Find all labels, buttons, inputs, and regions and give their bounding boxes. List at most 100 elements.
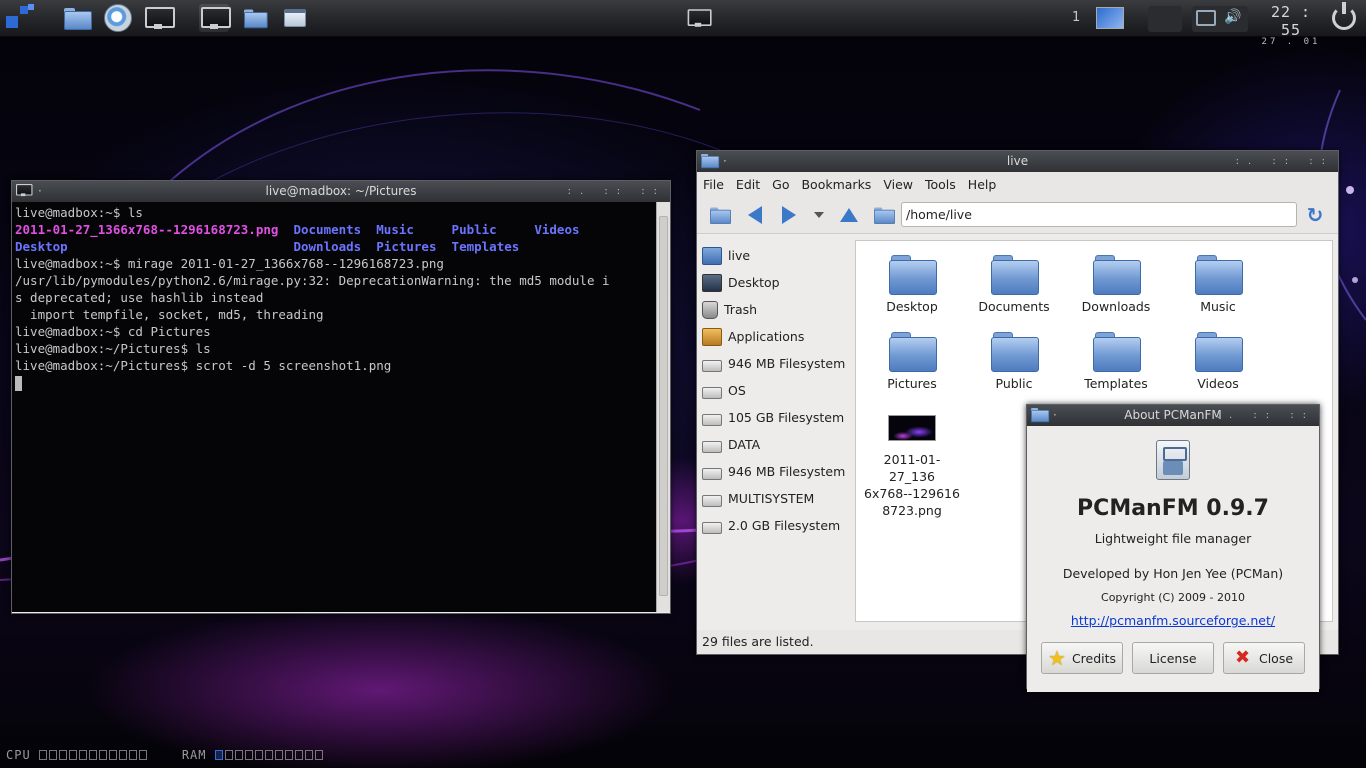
copyright: Copyright (C) 2009 - 2010: [1101, 591, 1245, 604]
task-about-dialog[interactable]: [280, 4, 310, 32]
folder-item[interactable]: Pictures: [862, 332, 962, 391]
terminal-line: /usr/lib/pymodules/python2.6/mirage.py:3…: [15, 272, 667, 289]
ram-meter-cell: [214, 750, 223, 760]
folder-item[interactable]: Documents: [964, 255, 1064, 314]
file-label: Videos: [1197, 376, 1239, 391]
terminal-line: 2011-01-27_1366x768--1296168723.png Docu…: [15, 221, 667, 238]
system-monitor: CPU RAM: [6, 748, 325, 762]
menu-help[interactable]: Help: [968, 177, 997, 192]
close-icon: [1235, 647, 1253, 668]
tray-drive-icon[interactable]: [1148, 6, 1182, 32]
credits-label: Credits: [1071, 650, 1117, 666]
terminal-text: /usr/lib/pymodules/python2.6/mirage.py:3…: [15, 273, 610, 288]
ram-meter-cell: [314, 750, 323, 760]
sidebar-item[interactable]: OS: [699, 377, 849, 404]
terminal-cursor: [15, 376, 22, 391]
back-button[interactable]: [743, 203, 767, 227]
task-file-manager[interactable]: [240, 4, 270, 32]
ram-meter-cell: [274, 750, 283, 760]
sidebar-item[interactable]: MULTISYSTEM: [699, 485, 849, 512]
folder-item[interactable]: Desktop: [862, 255, 962, 314]
sidebar-item[interactable]: 946 MB Filesystem: [699, 350, 849, 377]
sidebar-item[interactable]: DATA: [699, 431, 849, 458]
ram-meter-cell: [224, 750, 233, 760]
reload-button[interactable]: ↻: [1303, 203, 1327, 227]
terminal-window: · live@madbox: ~/Pictures :. :: :: live@…: [11, 180, 671, 614]
home-icon: [874, 207, 895, 224]
window-controls[interactable]: :. :: ::: [1236, 151, 1334, 172]
website-link[interactable]: http://pcmanfm.sourceforge.net/: [1027, 613, 1319, 628]
up-button[interactable]: [837, 203, 861, 227]
sidebar-item[interactable]: 105 GB Filesystem: [699, 404, 849, 431]
file-manager-titlebar[interactable]: · live :. :: ::: [697, 151, 1338, 172]
sidebar-item[interactable]: Trash: [699, 296, 849, 323]
new-tab-button[interactable]: [707, 203, 731, 227]
folder-launcher-button[interactable]: [62, 4, 92, 32]
terminal-line: s deprecated; use hashlib instead: [15, 289, 667, 306]
sidebar-item[interactable]: Desktop: [699, 269, 849, 296]
terminal-line: live@madbox:~$ cd Pictures: [15, 323, 667, 340]
close-button[interactable]: Close: [1223, 642, 1305, 674]
terminal-line: Desktop Downloads Pictures Templates: [15, 238, 667, 255]
sidebar-item[interactable]: Applications: [699, 323, 849, 350]
drive-icon: [702, 386, 722, 399]
credits-button[interactable]: Credits: [1041, 642, 1123, 674]
menu-tools[interactable]: Tools: [925, 177, 956, 192]
network-icon[interactable]: [1196, 10, 1216, 26]
folder-item[interactable]: Videos: [1168, 332, 1268, 391]
forward-button[interactable]: [777, 203, 801, 227]
folder-item[interactable]: Public: [964, 332, 1064, 391]
terminal-scrollbar[interactable]: [656, 202, 670, 612]
history-dropdown-button[interactable]: [807, 203, 831, 227]
volume-icon[interactable]: 🔊: [1224, 9, 1241, 25]
location-input[interactable]: /home/live: [901, 202, 1297, 227]
terminal-launcher-button[interactable]: [143, 4, 175, 32]
window-controls[interactable]: :. :: ::: [568, 181, 666, 202]
sidebar-item[interactable]: 946 MB Filesystem: [699, 458, 849, 485]
task-terminal[interactable]: [199, 4, 231, 32]
clock[interactable]: 22 : 55 27 . 01: [1258, 3, 1324, 47]
menu-go[interactable]: Go: [772, 177, 789, 192]
ram-meter-cell: [294, 750, 303, 760]
license-button[interactable]: License: [1132, 642, 1214, 674]
browser-launcher-button[interactable]: [103, 4, 133, 32]
sidebar-item-label: OS: [728, 383, 746, 398]
cpu-meter-cell: [88, 750, 97, 760]
terminal-line: live@madbox:~$ mirage 2011-01-27_1366x76…: [15, 255, 667, 272]
app-name: PCManFM 0.9.7: [1077, 496, 1269, 521]
terminal-text: s deprecated; use hashlib instead: [15, 290, 264, 305]
menu-icon[interactable]: [6, 4, 36, 34]
about-titlebar[interactable]: · About PCManFM :. :: ::: [1027, 405, 1319, 426]
scrollbar-thumb[interactable]: [659, 216, 668, 596]
tray-network-volume[interactable]: 🔊: [1192, 6, 1248, 32]
sidebar-item-label: 946 MB Filesystem: [728, 464, 846, 479]
folder-icon: [64, 8, 92, 30]
cpu-meter-cell: [108, 750, 117, 760]
menu-edit[interactable]: Edit: [736, 177, 760, 192]
home-button[interactable]: [871, 203, 895, 227]
cpu-meter-cell: [68, 750, 77, 760]
file-label: Pictures: [887, 376, 937, 391]
sidebar-item[interactable]: live: [699, 242, 849, 269]
home-icon: [702, 246, 722, 265]
image-file-item[interactable]: 2011-01-27_136 6x768--129616 8723.png: [862, 409, 962, 519]
power-icon[interactable]: [1332, 2, 1356, 30]
ram-meter-cell: [244, 750, 253, 760]
pane-splitter[interactable]: [850, 240, 854, 622]
workspace-switcher[interactable]: [1096, 7, 1124, 29]
show-desktop-button[interactable]: [683, 4, 713, 32]
menu-view[interactable]: View: [883, 177, 913, 192]
sidebar-item[interactable]: 2.0 GB Filesystem: [699, 512, 849, 539]
folder-item[interactable]: Templates: [1066, 332, 1166, 391]
menu-bookmarks[interactable]: Bookmarks: [801, 177, 871, 192]
sidebar-item-label: 2.0 GB Filesystem: [728, 518, 841, 533]
window-controls[interactable]: :. :: ::: [1217, 405, 1315, 426]
terminal-output[interactable]: live@madbox:~$ ls 2011-01-27_1366x768--12…: [12, 202, 670, 612]
folder-item[interactable]: Downloads: [1066, 255, 1166, 314]
folder-item[interactable]: Music: [1168, 255, 1268, 314]
folder-icon: [889, 255, 937, 295]
drive-icon: [702, 359, 722, 372]
menu-file[interactable]: File: [703, 177, 724, 192]
terminal-titlebar[interactable]: · live@madbox: ~/Pictures :. :: ::: [12, 181, 670, 202]
